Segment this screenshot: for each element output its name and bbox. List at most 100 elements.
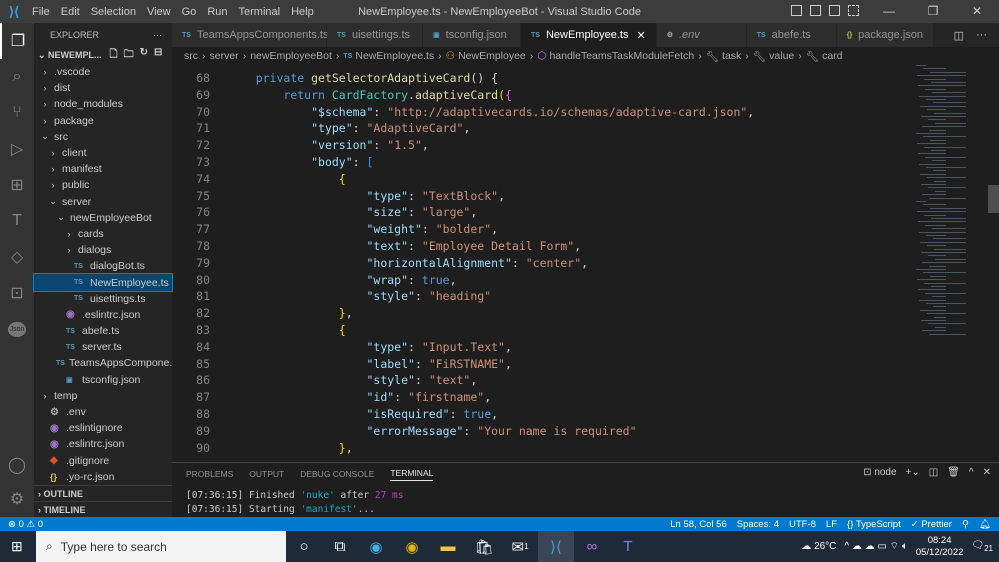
- run-debug-icon[interactable]: ▷: [0, 131, 34, 167]
- breadcrumb-item[interactable]: server: [210, 50, 239, 62]
- breadcrumb-item[interactable]: card: [822, 50, 842, 62]
- extensions-icon[interactable]: ⊞: [0, 167, 34, 203]
- accounts-icon[interactable]: ◯: [0, 447, 34, 483]
- feedback-icon[interactable]: ⚲: [962, 519, 969, 530]
- maximize-panel-icon[interactable]: ^: [969, 467, 974, 478]
- task-view-icon[interactable]: ⧉: [322, 531, 358, 562]
- toggle-panel-icon[interactable]: [810, 5, 821, 16]
- panel-tab-terminal[interactable]: TERMINAL: [390, 468, 434, 481]
- split-terminal-icon[interactable]: ◫: [929, 467, 938, 478]
- panel-tab-output[interactable]: OUTPUT: [249, 469, 284, 479]
- tree-item[interactable]: TS TeamsAppsCompone...: [34, 355, 172, 371]
- tree-item[interactable]: ⚙ .env: [34, 404, 172, 420]
- tree-item[interactable]: › package: [34, 113, 172, 129]
- tab-uisettings-ts[interactable]: TS uisettings.ts: [327, 23, 423, 47]
- tab-newemployee-ts[interactable]: TS NewEmployee.ts ✕: [521, 23, 657, 47]
- menu-file[interactable]: File: [32, 6, 50, 18]
- code-editor[interactable]: 68 private getSelectorAdaptiveCard() {69…: [172, 70, 902, 460]
- terminal-node-icon[interactable]: ⊡ node: [863, 467, 896, 478]
- breadcrumb-item[interactable]: newEmployeeBot: [250, 50, 332, 62]
- cursor-position[interactable]: Ln 58, Col 56: [670, 519, 727, 530]
- edge-icon[interactable]: ◉: [358, 531, 394, 562]
- tree-item[interactable]: {} .yo-rc.json: [34, 469, 172, 485]
- outline-section[interactable]: › OUTLINE: [34, 485, 172, 501]
- explorer-icon[interactable]: ❐: [0, 23, 34, 59]
- tree-item[interactable]: › temp: [34, 388, 172, 404]
- menu-view[interactable]: View: [147, 6, 171, 18]
- toggle-secondary-sidebar-icon[interactable]: [829, 5, 840, 16]
- minimize-button[interactable]: —: [867, 0, 911, 23]
- windows-start-icon[interactable]: ⊞: [11, 538, 23, 555]
- clock[interactable]: 08:24 05/12/2022: [916, 535, 964, 559]
- more-actions-icon[interactable]: ···: [153, 30, 162, 40]
- notifications-bell-icon[interactable]: 🔔︎: [979, 519, 991, 530]
- restore-button[interactable]: ❐: [911, 0, 955, 23]
- close-tab-icon[interactable]: ✕: [637, 29, 646, 42]
- indentation[interactable]: Spaces: 4: [737, 519, 779, 530]
- breadcrumb-item[interactable]: src: [184, 50, 198, 62]
- menu-edit[interactable]: Edit: [61, 6, 80, 18]
- taskbar-search[interactable]: ⌕ Type here to search: [36, 531, 286, 562]
- tree-item[interactable]: › dialogs: [34, 242, 172, 258]
- more-actions-icon[interactable]: ···: [976, 29, 987, 41]
- file-explorer-icon[interactable]: ▬: [430, 531, 466, 562]
- timeline-section[interactable]: › TIMELINE: [34, 501, 172, 517]
- minimap[interactable]: [908, 65, 988, 460]
- search-icon[interactable]: ⌕: [0, 59, 34, 95]
- tree-item[interactable]: ⌄ newEmployeeBot: [34, 210, 172, 226]
- breadcrumb-item[interactable]: NewEmployee: [458, 50, 526, 62]
- tree-item[interactable]: › client: [34, 145, 172, 161]
- tree-item[interactable]: › .vscode: [34, 64, 172, 80]
- tray-icons[interactable]: ^ ☁ ☁ ▭ ⌔ 🔈︎: [844, 540, 907, 553]
- editor-scrollbar[interactable]: [988, 185, 999, 213]
- remote-explorer-icon[interactable]: ⊡: [0, 275, 34, 311]
- tab-package-json[interactable]: {} package.json: [836, 23, 934, 47]
- new-terminal-icon[interactable]: +⌄: [906, 467, 920, 478]
- weather-icon[interactable]: ☁ 26°C: [801, 541, 836, 552]
- line-ending[interactable]: LF: [826, 519, 837, 530]
- source-control-icon[interactable]: ⑂: [0, 95, 34, 131]
- teams-toolkit-icon[interactable]: T: [0, 203, 34, 239]
- tree-item[interactable]: TS abefe.ts: [34, 323, 172, 339]
- mail-icon[interactable]: ✉ 1: [502, 531, 538, 562]
- store-icon[interactable]: 🛍︎: [466, 531, 502, 562]
- new-folder-icon[interactable]: 🗀: [124, 47, 134, 64]
- kill-terminal-icon[interactable]: 🗑: [947, 467, 960, 478]
- tab-tsconfig-json[interactable]: ▣ tsconfig.json: [423, 23, 521, 47]
- tree-item[interactable]: ⌄ src: [34, 129, 172, 145]
- tree-item[interactable]: › dist: [34, 80, 172, 96]
- notification-center-icon[interactable]: 🗨︎21: [971, 540, 993, 553]
- breadcrumb-item[interactable]: task: [722, 50, 741, 62]
- breadcrumb-item[interactable]: value: [769, 50, 794, 62]
- json-icon[interactable]: Json: [0, 311, 34, 347]
- tree-item[interactable]: TS dialogBot.ts: [34, 258, 172, 274]
- breadcrumb-item[interactable]: handleTeamsTaskModuleFetch: [549, 50, 694, 62]
- collapse-all-icon[interactable]: ⊟: [154, 47, 162, 64]
- tree-item[interactable]: TS uisettings.ts: [34, 291, 172, 307]
- chrome-icon[interactable]: ◉: [394, 531, 430, 562]
- customize-layout-icon[interactable]: [848, 5, 859, 16]
- panel-tab-debug-console[interactable]: DEBUG CONSOLE: [300, 469, 374, 479]
- tree-item[interactable]: TS server.ts: [34, 339, 172, 355]
- cortana-icon[interactable]: ○: [286, 531, 322, 562]
- split-editor-icon[interactable]: ◫: [954, 29, 964, 42]
- new-file-icon[interactable]: 🗋: [110, 47, 118, 64]
- close-panel-icon[interactable]: ✕: [983, 467, 991, 478]
- menu-selection[interactable]: Selection: [91, 6, 136, 18]
- refresh-icon[interactable]: ↻: [140, 47, 148, 64]
- panel-tab-problems[interactable]: PROBLEMS: [186, 469, 233, 479]
- visual-studio-icon[interactable]: ∞: [574, 531, 610, 562]
- language-mode[interactable]: {} TypeScript: [847, 519, 901, 530]
- git-graph-icon[interactable]: ◇: [0, 239, 34, 275]
- tree-item[interactable]: › manifest: [34, 161, 172, 177]
- tab--env[interactable]: ⚙ .env: [656, 23, 747, 47]
- tab-teamsappscomponents-ts[interactable]: TS TeamsAppsComponents.ts: [172, 23, 328, 47]
- tree-item[interactable]: ◆ .gitignore: [34, 453, 172, 469]
- tree-item[interactable]: TS NewEmployee.ts: [33, 273, 173, 292]
- vscode-taskbar-icon[interactable]: ⟩⟨: [538, 531, 574, 562]
- encoding[interactable]: UTF-8: [789, 519, 816, 530]
- menu-terminal[interactable]: Terminal: [239, 6, 281, 18]
- tree-item[interactable]: ◉ .eslintrc.json: [34, 307, 172, 323]
- menu-run[interactable]: Run: [207, 6, 227, 18]
- breadcrumb-item[interactable]: NewEmployee.ts: [355, 50, 434, 62]
